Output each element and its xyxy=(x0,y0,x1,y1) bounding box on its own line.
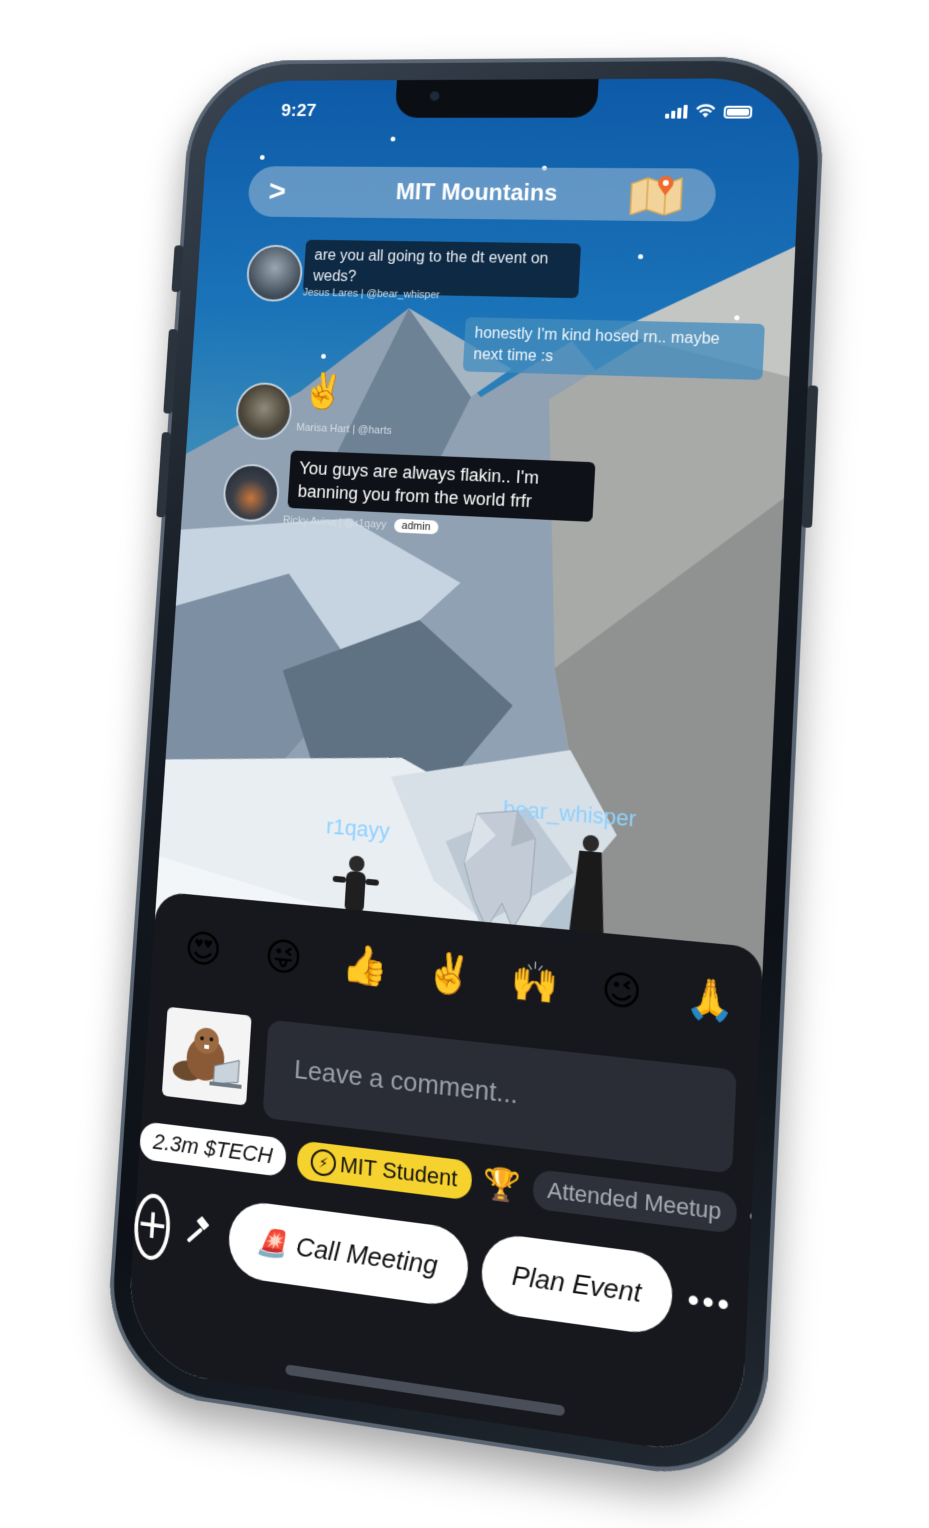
home-indicator[interactable] xyxy=(285,1364,565,1416)
avatar[interactable] xyxy=(222,463,281,523)
comment-input[interactable] xyxy=(291,1052,710,1133)
add-button[interactable]: + xyxy=(132,1192,172,1263)
call-meeting-button[interactable]: 🚨 Call Meeting xyxy=(226,1199,469,1309)
mute-switch xyxy=(171,245,183,292)
call-meeting-label: Call Meeting xyxy=(295,1230,438,1281)
wifi-icon xyxy=(695,104,716,119)
beaver-icon xyxy=(162,1007,252,1106)
siren-icon: 🚨 xyxy=(256,1225,289,1261)
reaction-bar: 😍 😜 👍 ✌️ 🙌 😉 🙏 xyxy=(176,923,742,1030)
status-icons xyxy=(665,104,753,119)
volume-up-button xyxy=(163,329,178,414)
admin-badge: admin xyxy=(394,519,439,535)
reaction-winking-tongue[interactable]: 😜 xyxy=(255,931,311,986)
reaction-heart-eyes[interactable]: 😍 xyxy=(176,923,231,977)
plan-event-label: Plan Event xyxy=(511,1259,642,1309)
map-pin-icon[interactable] xyxy=(628,174,684,216)
reaction-folded-hands[interactable]: 🙏 xyxy=(680,972,741,1030)
bolt-icon: ⚡ xyxy=(310,1148,337,1177)
gavel-icon[interactable] xyxy=(181,1196,218,1271)
role-badge[interactable]: ⚡ MIT Student xyxy=(296,1140,472,1200)
status-time: 9:27 xyxy=(281,101,317,122)
bottom-panel: 😍 😜 👍 ✌️ 🙌 😉 🙏 Leave a comment... 2.3m $… xyxy=(125,891,764,1460)
screen: 9:27 > MIT Mountains are you all going t… xyxy=(125,78,803,1460)
chat-message: are you all going to the dt event on wed… xyxy=(244,239,611,332)
message-author[interactable]: Ricky Avina | @r1qayy admin xyxy=(282,513,438,534)
plan-event-button[interactable]: Plan Event xyxy=(479,1232,674,1338)
message-author[interactable]: Jesus Lares | @bear_whisper xyxy=(302,287,440,301)
role-badge-label: MIT Student xyxy=(339,1151,458,1192)
power-button xyxy=(802,385,819,528)
battery-icon xyxy=(723,106,752,119)
reaction-wink[interactable]: 😉 xyxy=(592,963,652,1021)
reaction-victory-hand[interactable]: ✌️ xyxy=(420,947,478,1003)
avatar[interactable] xyxy=(234,382,293,441)
stage: 9:27 > MIT Mountains are you all going t… xyxy=(0,0,929,1528)
user-avatar[interactable] xyxy=(162,1007,252,1106)
volume-down-button xyxy=(156,432,171,517)
trophy-icon: 🏆 xyxy=(482,1164,522,1205)
room-header: > MIT Mountains xyxy=(247,166,717,222)
more-actions-icon[interactable]: ••• xyxy=(686,1279,733,1325)
cellular-signal-icon xyxy=(665,105,688,119)
token-balance-badge[interactable]: 2.3m $TECH xyxy=(139,1121,287,1177)
player-label[interactable]: r1qayy xyxy=(326,814,391,845)
achievement-badge[interactable]: Attended Meetup xyxy=(532,1169,737,1234)
avatar[interactable] xyxy=(245,245,304,302)
message-bubble: You guys are always flakin.. I'm banning… xyxy=(287,450,595,522)
reaction-raised-hands[interactable]: 🙌 xyxy=(505,955,564,1012)
message-emoji: ✌️ xyxy=(301,371,345,412)
chat-message: You guys are always flakin.. I'm banning… xyxy=(220,448,609,563)
more-badges-icon[interactable]: ••• xyxy=(748,1199,785,1237)
chat-message-self: honestly I'm kind hosed rn.. maybe next … xyxy=(463,317,765,384)
phone-frame: 9:27 > MIT Mountains are you all going t… xyxy=(103,56,826,1488)
message-author-name: Ricky Avina | @r1qayy xyxy=(283,514,387,531)
message-author[interactable]: Marisa Hart | @harts xyxy=(296,422,392,437)
reaction-thumbs-up[interactable]: 👍 xyxy=(337,939,394,995)
status-bar: 9:27 xyxy=(207,78,803,137)
message-bubble: honestly I'm kind hosed rn.. maybe next … xyxy=(463,317,765,380)
